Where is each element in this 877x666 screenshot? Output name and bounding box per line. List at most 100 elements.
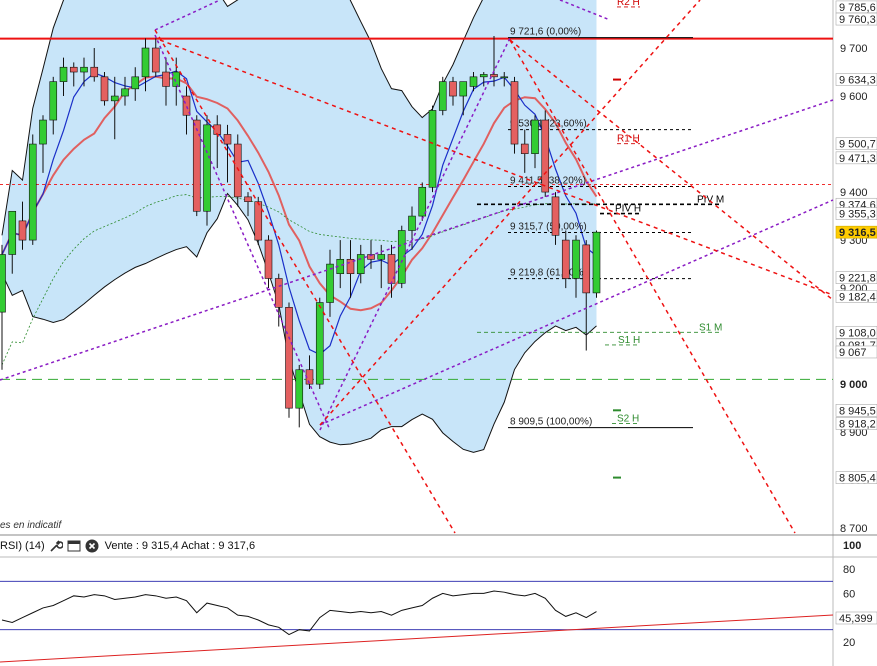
price-label: 9 785,6 — [835, 0, 877, 14]
pivot-label: PIV M — [697, 194, 724, 205]
price-label-text: 9 785,6 — [839, 2, 876, 14]
rsi-toolbar: RSI) (14) Vente : 9 315,4 Achat : 9 317,… — [0, 536, 833, 556]
candle-body — [151, 47, 160, 73]
price-tick: 9 000 — [840, 379, 868, 391]
candle — [541, 110, 550, 197]
price-label-text: 9 500,7 — [839, 139, 876, 151]
price-label-text: 9 108,0 — [839, 327, 876, 339]
candle — [592, 230, 601, 298]
candle — [203, 115, 211, 226]
rsi-tick: 100 — [843, 540, 861, 552]
candle — [418, 182, 427, 221]
candle-body — [428, 110, 437, 188]
candle-body — [254, 201, 263, 241]
candle — [100, 72, 109, 106]
pivot-label: S2 H — [617, 413, 639, 424]
candle — [285, 302, 293, 418]
candle-body — [264, 239, 273, 279]
price-label: 8 918,2 — [835, 417, 877, 430]
candle-body — [315, 302, 324, 385]
price-label: 9 067 — [835, 345, 877, 359]
pivot-label: R2 H — [617, 0, 640, 8]
wrench-icon[interactable] — [49, 539, 64, 553]
candle — [28, 134, 37, 245]
candle-body — [8, 210, 17, 255]
candle-body — [479, 74, 488, 78]
candle-body — [551, 196, 560, 236]
candle-body — [274, 278, 283, 308]
candle-body — [80, 66, 88, 73]
candle-body — [203, 124, 211, 212]
window-icon[interactable] — [67, 539, 81, 553]
candle-body — [0, 254, 6, 313]
candle-body — [39, 119, 47, 145]
price-label-text: 9 471,3 — [839, 153, 876, 165]
candle — [233, 134, 242, 207]
price-label: 9 634,3 — [835, 73, 877, 87]
pivot-label: PIV H — [615, 204, 641, 215]
price-label: 9 316,5 — [835, 225, 877, 239]
fib-level-label: 9 315,7 (50,00%) — [510, 222, 587, 233]
price-label: 9 500,7 — [835, 137, 877, 151]
price-tick: 9 600 — [840, 91, 868, 103]
price-label: 9 221,8 — [835, 271, 877, 285]
price-chart[interactable]: 9 721,6 (0,00%)9 530,1 (23,60%)9 411,5 (… — [0, 0, 877, 666]
fib-level-label: 8 909,5 (100,00%) — [510, 417, 592, 428]
candle-body — [561, 239, 570, 279]
candle-body — [110, 95, 119, 102]
candle-body — [28, 143, 37, 241]
candle-body — [69, 66, 78, 73]
candle-body — [592, 231, 601, 294]
bid-ask-text: Vente : 9 315,4 Achat : 9 317,6 — [104, 540, 256, 552]
pivot-label: S1 H — [618, 335, 640, 346]
price-tick: 8 700 — [840, 523, 868, 535]
pivot-label: S1 M — [699, 322, 722, 333]
price-label: 8 805,4 — [835, 471, 877, 485]
watermark-text: es en indicatif — [0, 520, 62, 531]
candle-body — [356, 254, 365, 275]
candle-body — [572, 239, 580, 279]
price-label: 9 471,3 — [835, 151, 877, 165]
price-label-text: 9 221,8 — [839, 273, 876, 285]
price-label-text: 9 182,4 — [839, 292, 876, 304]
price-tick: 9 400 — [840, 187, 868, 199]
candle-body — [531, 119, 539, 154]
candle-body — [582, 244, 591, 294]
candle-body — [49, 81, 58, 121]
price-label: 9 760,3 — [835, 12, 877, 26]
candle-body — [295, 369, 304, 409]
candle-body — [438, 81, 447, 111]
price-label: 9 108,0 — [835, 325, 877, 339]
candle-body — [541, 119, 550, 193]
price-label-text: 9 355,3 — [839, 209, 876, 221]
fib-level-label: 9 721,6 (0,00%) — [510, 27, 581, 38]
candle-body — [244, 196, 252, 202]
rsi-label: RSI) (14) — [0, 540, 45, 552]
candle-body — [59, 66, 68, 82]
candle-body — [100, 76, 109, 102]
price-label-text: 9 067 — [839, 347, 867, 359]
close-icon[interactable] — [85, 539, 99, 553]
candle-body — [418, 186, 427, 217]
candle — [315, 297, 324, 389]
candle — [428, 105, 437, 193]
candle-body — [223, 134, 232, 145]
candle-body — [18, 220, 27, 241]
price-label-text: 8 805,4 — [839, 473, 876, 485]
price-tick: 9 700 — [840, 43, 868, 55]
price-label-text: 9 634,3 — [839, 75, 876, 87]
candle-body — [285, 307, 293, 409]
candle-body — [500, 76, 509, 79]
candle — [510, 76, 519, 154]
rsi-current-label: 45,399 — [835, 611, 877, 625]
price-label-text: 9 316,5 — [839, 227, 876, 239]
candle-body — [459, 81, 468, 97]
rsi-tick: 60 — [843, 588, 855, 600]
price-label-text: 9 760,3 — [839, 14, 876, 26]
price-label: 8 945,5 — [835, 404, 877, 417]
candle-body — [408, 215, 416, 231]
candle-body — [121, 88, 129, 97]
price-label-text: 8 945,5 — [839, 405, 876, 417]
candle-body — [326, 263, 334, 303]
rsi-tick: 80 — [843, 564, 855, 576]
